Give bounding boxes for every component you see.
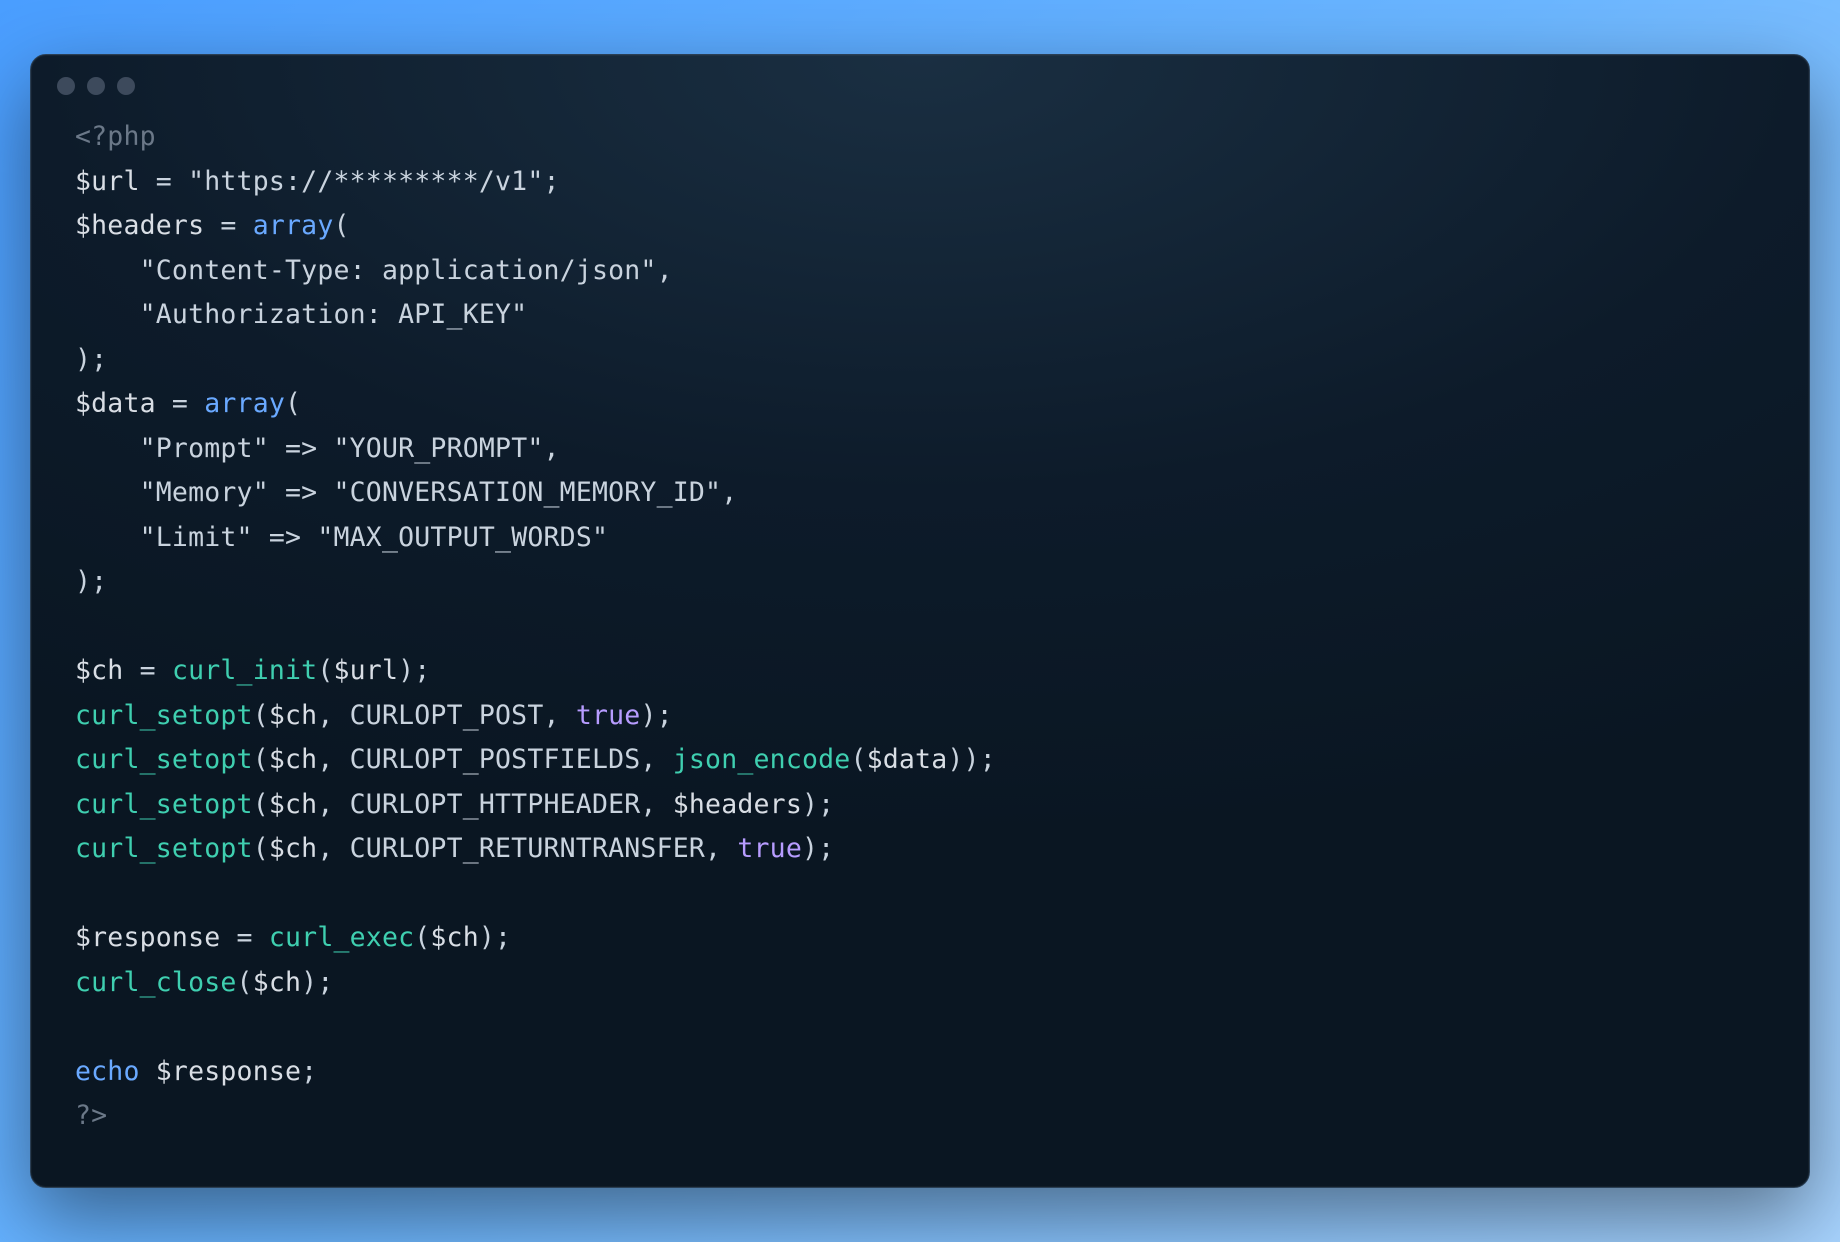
maximize-icon[interactable] xyxy=(117,77,135,95)
const-curlopt-httpheader: CURLOPT_HTTPHEADER xyxy=(350,789,641,820)
code-editor[interactable]: <?php $url = "https://*********/v1"; $he… xyxy=(31,101,1809,1187)
fn-curl-exec: curl_exec xyxy=(269,922,414,953)
close-icon[interactable] xyxy=(57,77,75,95)
const-curlopt-returntransfer: CURLOPT_RETURNTRANSFER xyxy=(350,833,705,864)
url-string: "https://*********/v1" xyxy=(188,166,543,197)
key-memory: "Memory" xyxy=(140,477,269,508)
val-prompt: "YOUR_PROMPT" xyxy=(334,433,544,464)
fn-json-encode: json_encode xyxy=(673,744,851,775)
php-open-tag: <?php xyxy=(75,121,156,152)
key-prompt: "Prompt" xyxy=(140,433,269,464)
val-memory: "CONVERSATION_MEMORY_ID" xyxy=(334,477,722,508)
const-curlopt-post: CURLOPT_POST xyxy=(350,700,544,731)
header-authorization: "Authorization: API_KEY" xyxy=(140,299,528,330)
fn-curl-setopt: curl_setopt xyxy=(75,833,253,864)
php-close-tag: ?> xyxy=(75,1100,107,1131)
echo-keyword: echo xyxy=(75,1056,140,1087)
array-keyword: array xyxy=(204,388,285,419)
var-headers: $headers xyxy=(75,210,204,241)
fn-curl-close: curl_close xyxy=(75,967,237,998)
fn-curl-init: curl_init xyxy=(172,655,317,686)
minimize-icon[interactable] xyxy=(87,77,105,95)
var-response: $response xyxy=(75,922,220,953)
val-limit: "MAX_OUTPUT_WORDS" xyxy=(317,522,608,553)
const-curlopt-postfields: CURLOPT_POSTFIELDS xyxy=(350,744,641,775)
fn-curl-setopt: curl_setopt xyxy=(75,744,253,775)
code-window: <?php $url = "https://*********/v1"; $he… xyxy=(30,54,1810,1188)
key-limit: "Limit" xyxy=(140,522,253,553)
var-data: $data xyxy=(75,388,156,419)
fn-curl-setopt: curl_setopt xyxy=(75,789,253,820)
var-ch: $ch xyxy=(75,655,123,686)
bool-true: true xyxy=(737,833,802,864)
bool-true: true xyxy=(576,700,641,731)
window-titlebar xyxy=(31,55,1809,101)
fn-curl-setopt: curl_setopt xyxy=(75,700,253,731)
header-content-type: "Content-Type: application/json" xyxy=(140,255,657,286)
var-url: $url xyxy=(75,166,140,197)
array-keyword: array xyxy=(253,210,334,241)
